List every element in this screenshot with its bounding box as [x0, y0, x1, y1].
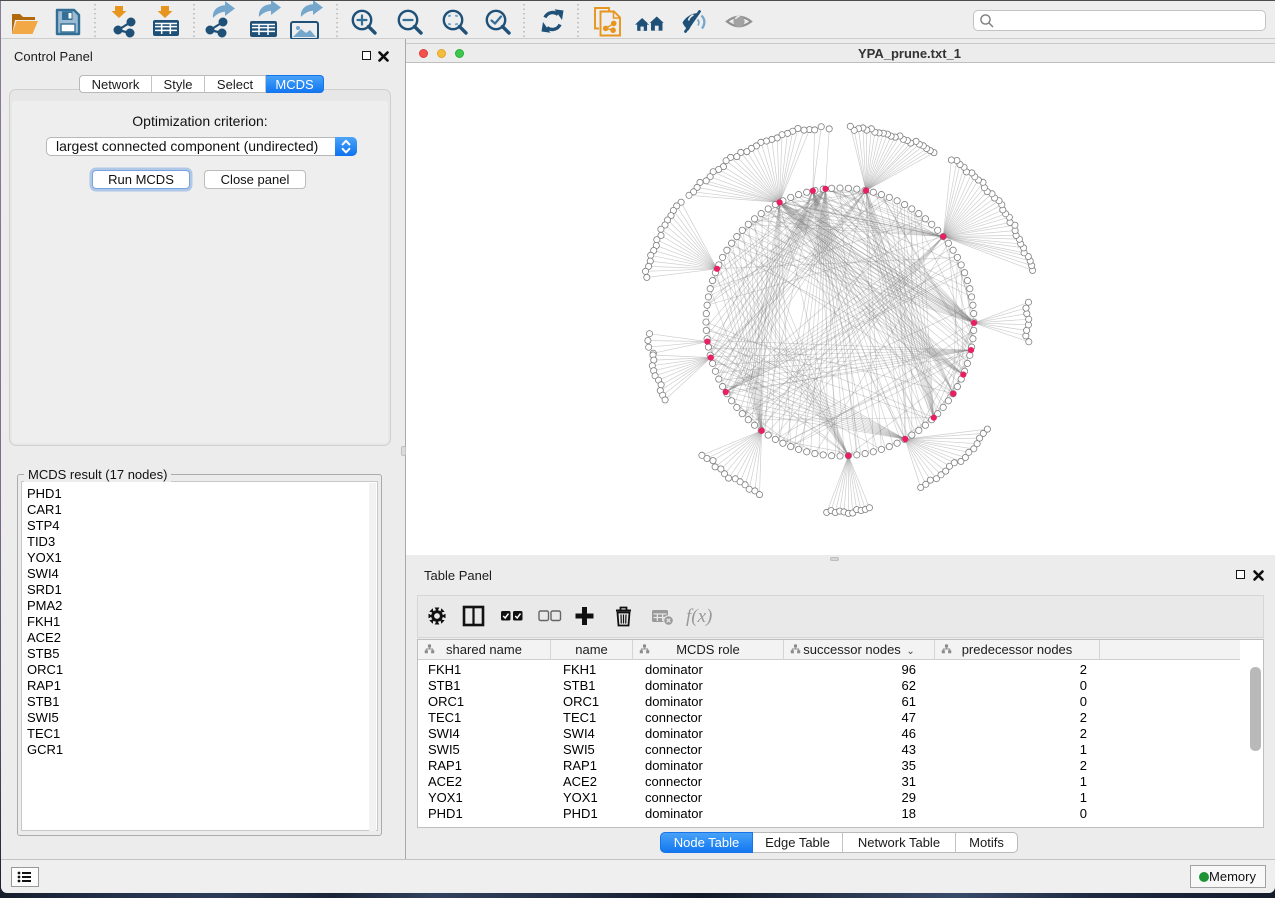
- svg-text:f(x): f(x): [686, 606, 712, 627]
